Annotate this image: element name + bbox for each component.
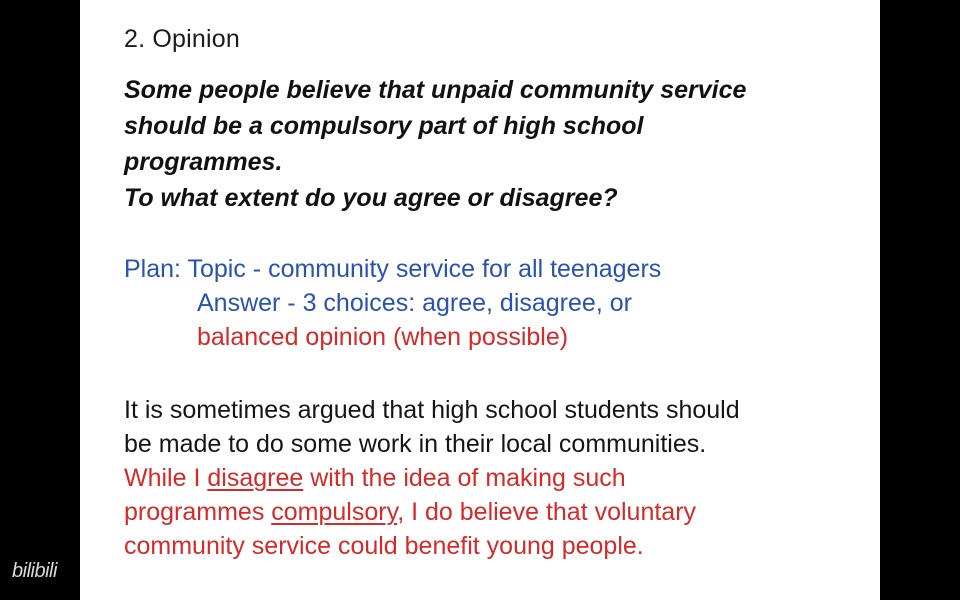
thesis-line: While I disagree with the idea of making… [124,461,740,495]
thesis-text: with the idea of making such [303,464,626,492]
plan-block: Plan: Topic - community service for all … [124,252,661,354]
question-line: Some people believe that unpaid communit… [124,76,747,104]
intro-paragraph: It is sometimes argued that high school … [124,393,740,563]
thesis-line: programmes compulsory, I do believe that… [124,495,740,529]
essay-question: Some people believe that unpaid communit… [124,72,864,216]
plan-balanced-row: balanced opinion (when possible) [197,323,569,351]
thesis-text: While I [124,464,208,492]
plan-label: Plan: [124,255,181,283]
plan-topic-row: Plan: Topic - community service for all … [124,252,661,286]
paragraph-line: be made to do some work in their local c… [124,430,707,458]
question-line: programmes. [124,148,283,176]
question-line: should be a compulsory part of high scho… [124,112,644,140]
thesis-line: community service could benefit young pe… [124,532,644,560]
question-line: To what extent do you agree or disagree? [124,184,618,212]
bilibili-watermark: bilibili [12,560,57,582]
document-page: 2. Opinion Some people believe that unpa… [80,0,880,600]
plan-answer-row: Answer - 3 choices: agree, disagree, or [197,289,632,317]
paragraph-line: It is sometimes argued that high school … [124,396,740,424]
thesis-text: , I do believe that voluntary [397,498,697,526]
plan-topic: Topic - community service for all teenag… [187,255,662,283]
underlined-word-disagree: disagree [207,464,304,492]
thesis-text: programmes [124,498,272,526]
underlined-word-compulsory: compulsory [271,498,398,526]
section-heading: 2. Opinion [124,25,240,53]
